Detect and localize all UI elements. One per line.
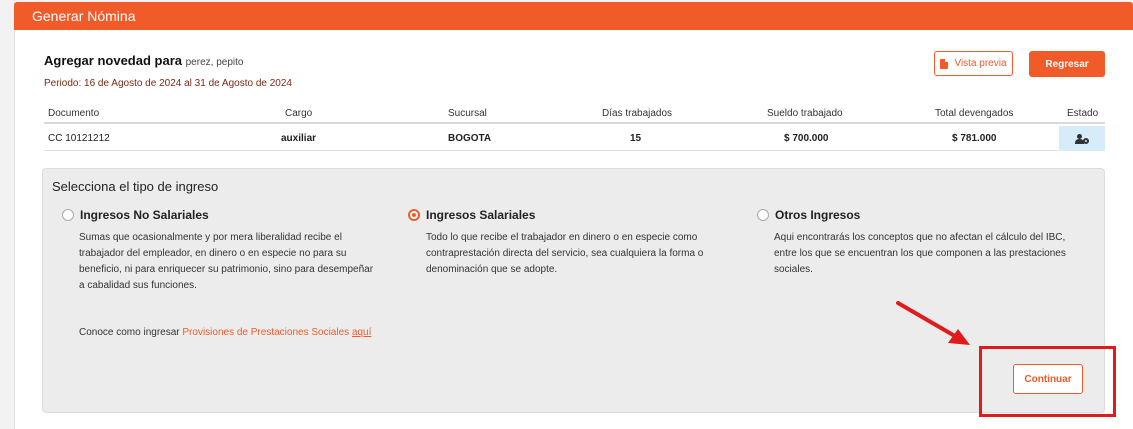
employee-name: perez, pepito bbox=[185, 57, 244, 68]
preview-button-label: Vista previa bbox=[954, 58, 1007, 69]
radio-salariales[interactable] bbox=[408, 209, 420, 221]
page-title: Generar Nómina bbox=[32, 8, 136, 24]
desc-line: sociales. bbox=[774, 264, 813, 275]
desc-line: trabajador del empleador, en dinero o en… bbox=[79, 248, 347, 259]
option-salariales-desc: Todo lo que recibe el trabajador en dine… bbox=[426, 230, 746, 278]
provisiones-hint-text: Conoce como ingresar bbox=[79, 327, 183, 338]
provisiones-hint: Conoce como ingresar Provisiones de Pres… bbox=[79, 327, 371, 338]
desc-line: contraprestación directa del servicio, s… bbox=[426, 248, 704, 259]
option-no-salariales-label: Ingresos No Salariales bbox=[80, 208, 209, 222]
option-salariales-label: Ingresos Salariales bbox=[426, 208, 536, 222]
header-dias: Días trabajados bbox=[602, 107, 673, 119]
annotation-arrow-icon bbox=[896, 301, 970, 345]
cell-sucursal: BOGOTA bbox=[448, 132, 492, 144]
back-button[interactable]: Regresar bbox=[1029, 51, 1105, 77]
cell-documento: CC 10121212 bbox=[48, 132, 110, 144]
option-no-salariales[interactable]: Ingresos No Salariales bbox=[62, 208, 209, 222]
page-header: Generar Nómina bbox=[14, 2, 1133, 30]
cell-cargo: auxiliar bbox=[281, 132, 317, 144]
table-header: Documento Cargo Sucursal Días trabajados… bbox=[44, 104, 1105, 124]
aqui-link[interactable]: aquí bbox=[352, 327, 371, 338]
novedad-heading: Agregar novedad para perez, pepito bbox=[44, 53, 243, 68]
desc-line: beneficio, ni para enriquecer su patrimo… bbox=[79, 264, 374, 275]
provisiones-link[interactable]: Provisiones de Prestaciones Sociales bbox=[182, 327, 349, 338]
header-documento: Documento bbox=[48, 107, 100, 119]
cell-dias: 15 bbox=[630, 132, 642, 144]
desc-line: a cabalidad sus funciones. bbox=[79, 280, 197, 291]
option-otros[interactable]: Otros Ingresos bbox=[757, 208, 860, 222]
novedad-title-text: Agregar novedad para bbox=[44, 53, 182, 68]
cell-total: $ 781.000 bbox=[952, 132, 997, 144]
option-no-salariales-desc: Sumas que ocasionalmente y por mera libe… bbox=[79, 230, 399, 294]
radio-no-salariales[interactable] bbox=[62, 209, 74, 221]
desc-line: denominación que se adopte. bbox=[426, 264, 558, 275]
header-cargo: Cargo bbox=[285, 107, 313, 119]
pdf-icon bbox=[940, 58, 949, 69]
radio-otros[interactable] bbox=[757, 209, 769, 221]
header-estado: Estado bbox=[1067, 107, 1099, 119]
desc-line: entre los que se encuentran los que comp… bbox=[774, 248, 1066, 259]
option-otros-desc: Aqui encontrarás los conceptos que no af… bbox=[774, 230, 1094, 278]
preview-button[interactable]: Vista previa bbox=[934, 51, 1013, 76]
continue-button[interactable]: Continuar bbox=[1013, 364, 1083, 394]
periodo-text: Periodo: 16 de Agosto de 2024 al 31 de A… bbox=[44, 78, 292, 89]
option-salariales[interactable]: Ingresos Salariales bbox=[408, 208, 535, 222]
header-sucursal: Sucursal bbox=[448, 107, 487, 119]
header-total: Total devengados bbox=[935, 107, 1014, 119]
ingreso-type-title: Selecciona el tipo de ingreso bbox=[52, 179, 219, 194]
desc-line: Sumas que ocasionalmente y por mera libe… bbox=[79, 232, 342, 243]
table-row: CC 10121212 auxiliar BOGOTA 15 $ 700.000… bbox=[44, 126, 1105, 151]
cell-sueldo: $ 700.000 bbox=[784, 132, 829, 144]
desc-line: Aqui encontrarás los conceptos que no af… bbox=[774, 232, 1066, 243]
user-settings-icon bbox=[1075, 133, 1089, 144]
desc-line: Todo lo que recibe el trabajador en dine… bbox=[426, 232, 698, 243]
option-otros-label: Otros Ingresos bbox=[775, 208, 861, 222]
estado-button[interactable] bbox=[1059, 126, 1105, 151]
header-sueldo: Sueldo trabajado bbox=[767, 107, 843, 119]
